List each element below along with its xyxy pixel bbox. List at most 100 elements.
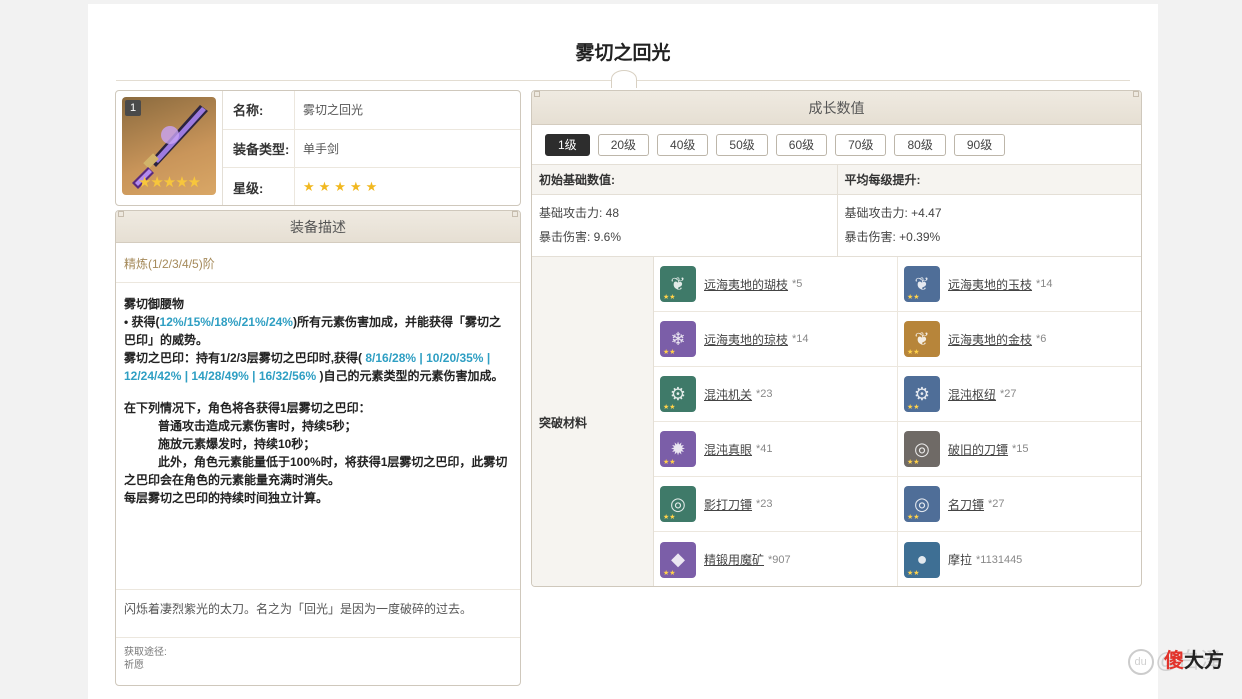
material-name[interactable]: 远海夷地的琼枝 <box>704 331 788 348</box>
base-stats-header: 初始基础数值: <box>532 165 837 195</box>
material-name[interactable]: 影打刀镡 <box>704 496 752 513</box>
material-item[interactable]: ❦ ★★ 远海夷地的金枝 *6 <box>898 312 1141 367</box>
materials-label: 突破材料 <box>532 257 654 586</box>
material-item[interactable]: ❦ ★★ 远海夷地的玉枝 *14 <box>898 257 1141 312</box>
skill-line-1-a: • 获得( <box>124 315 160 329</box>
base-stats-body: 基础攻击力: 48 暴击伤害: 9.6% <box>532 195 837 256</box>
material-rarity-stars: ★★ <box>663 404 676 411</box>
mora-icon: ● ★★ <box>904 541 940 578</box>
level-tab[interactable]: 20级 <box>597 133 650 156</box>
material-name[interactable]: 摩拉 <box>948 551 972 568</box>
material-item[interactable]: ● ★★ 摩拉 *1131445 <box>898 532 1141 586</box>
chaos-oculus-icon: ✹ ★★ <box>660 431 696 467</box>
increment-stats-column: 平均每级提升: 基础攻击力: +4.47 暴击伤害: +0.39% <box>836 165 1142 256</box>
material-count: *27 <box>988 498 1005 510</box>
material-name[interactable]: 破旧的刀镡 <box>948 441 1008 458</box>
material-rarity-stars: ★★ <box>663 514 676 521</box>
description-header: 装备描述 <box>116 211 520 243</box>
skill-line-1: • 获得(12%/15%/18%/21%/24%)所有元素伤害加成，并能获得「雾… <box>124 313 512 349</box>
base-atk: 基础攻击力: 48 <box>539 206 620 220</box>
material-item[interactable]: ✹ ★★ 混沌真眼 *41 <box>654 422 898 477</box>
material-name[interactable]: 远海夷地的金枝 <box>948 331 1032 348</box>
material-name[interactable]: 远海夷地的瑚枝 <box>704 276 788 293</box>
material-name[interactable]: 混沌机关 <box>704 386 752 403</box>
material-item[interactable]: ◆ ★★ 精锻用魔矿 *907 <box>654 532 898 586</box>
material-name[interactable]: 名刀镡 <box>948 496 984 513</box>
level-tab[interactable]: 1级 <box>545 133 590 156</box>
brand-black-text: 大方 <box>1184 650 1224 672</box>
chaos-axis-icon: ⚙ ★★ <box>904 376 940 412</box>
source-label: 获取途径: <box>124 647 167 658</box>
material-item[interactable]: ◎ ★★ 破旧的刀镡 *15 <box>898 422 1141 477</box>
material-name[interactable]: 混沌真眼 <box>704 441 752 458</box>
material-item[interactable]: ❦ ★★ 远海夷地的瑚枝 *5 <box>654 257 898 312</box>
info-row-stars: 星级: ★★★★★ <box>223 168 520 205</box>
skill-line-7: 每层雾切之巴印的持续时间独立计算。 <box>124 491 329 505</box>
material-count: *27 <box>1000 388 1017 400</box>
skill-line-2-b: )自己的元素类型的元素伤害加成。 <box>319 369 504 383</box>
material-item[interactable]: ⚙ ★★ 混沌枢纽 *27 <box>898 367 1141 422</box>
level-tab[interactable]: 80级 <box>894 133 946 156</box>
level-tabs: 1级 20级 40级 50级 60级 70级 80级 90级 <box>532 125 1141 165</box>
coral-branch-icon: ❦ ★★ <box>660 266 696 302</box>
skill-line-2-a: 雾切之巴印：持有1/2/3层雾切之巴印时,获得( <box>124 351 363 365</box>
old-handguard-icon: ◎ ★★ <box>904 431 940 467</box>
level-tab[interactable]: 70级 <box>835 133 887 156</box>
material-rarity-stars: ★★ <box>907 569 920 577</box>
mystic-ore-icon: ◆ ★★ <box>660 541 696 578</box>
increment-stats-body: 基础攻击力: +4.47 暴击伤害: +0.39% <box>838 195 1142 256</box>
skill-line-1-highlight: 12%/15%/18%/21%/24% <box>159 315 293 329</box>
info-row-name: 名称: 雾切之回光 <box>223 91 520 130</box>
title-ornament <box>611 70 637 88</box>
name-value: 雾切之回光 <box>303 103 364 118</box>
name-label: 名称: <box>223 91 295 129</box>
material-rarity-stars: ★★ <box>663 569 676 577</box>
material-name[interactable]: 远海夷地的玉枝 <box>948 276 1032 293</box>
skill-spacer <box>124 385 512 399</box>
material-count: *907 <box>768 553 791 566</box>
material-item[interactable]: ❄ ★★ 远海夷地的琼枝 *14 <box>654 312 898 367</box>
refinement-rank-badge: 1 <box>125 100 141 116</box>
page-title: 雾切之回光 <box>575 43 671 64</box>
growth-stats-card: 成长数值 1级 20级 40级 50级 60级 70级 80级 90级 初始基础数值: 基础攻… <box>531 90 1142 587</box>
flavor-text: 闪烁着凄烈紫光的太刀。名之为「回光」是因为一度破碎的过去。 <box>116 589 520 628</box>
material-rarity-stars: ★★ <box>907 459 920 466</box>
materials-grid: ❦ ★★ 远海夷地的瑚枝 *5 ❦ ★★ 远海夷地的玉枝 *14 ❄ ★★ 远海夷地的琼枝 *14 ❦ ★… <box>654 257 1141 586</box>
skill-line-2: 雾切之巴印：持有1/2/3层雾切之巴印时,获得( 8/16/28% | 10/2… <box>124 349 512 385</box>
material-rarity-stars: ★★ <box>663 459 676 466</box>
level-tab[interactable]: 40级 <box>657 133 709 156</box>
skill-line-6: 此外，角色元素能量低于100%时，将获得1层雾切之巴印，此雾切之巴印会在角色的元… <box>124 455 508 487</box>
material-count: *6 <box>1036 333 1047 345</box>
type-label: 装备类型: <box>223 129 295 168</box>
weapon-info-card: 1 ★★★★★ 名称: 雾切之回光 装备类型: 单手剑 星级: ★★★★★ <box>115 90 521 206</box>
material-rarity-stars: ★★ <box>907 404 920 411</box>
material-count: *1131445 <box>976 553 1023 566</box>
skill-line-4: 普通攻击造成元素伤害时，持续5秒； <box>158 419 357 433</box>
kageuchi-handguard-icon: ◎ ★★ <box>660 486 696 522</box>
skill-name: 雾切御腰物 <box>124 297 185 311</box>
material-rarity-stars: ★★ <box>907 294 920 301</box>
level-tab[interactable]: 60级 <box>775 133 828 156</box>
info-row-type: 装备类型: 单手剑 <box>223 129 520 169</box>
level-tab[interactable]: 90级 <box>953 133 1006 156</box>
skill-line-3: 在下列情况下，角色将各获得1层雾切之巴印： <box>124 401 371 415</box>
jade-branch-icon: ❦ ★★ <box>904 266 940 302</box>
level-tab[interactable]: 50级 <box>716 133 768 156</box>
material-count: *15 <box>1012 443 1029 455</box>
weapon-icon: 1 ★★★★★ <box>122 97 216 195</box>
star-label: 星级: <box>223 168 295 205</box>
material-item[interactable]: ⚙ ★★ 混沌机关 *23 <box>654 367 898 422</box>
material-name[interactable]: 精锻用魔矿 <box>704 551 764 568</box>
material-item[interactable]: ◎ ★★ 名刀镡 *27 <box>898 477 1141 532</box>
skill-line-5: 施放元素爆发时，持续10秒； <box>158 437 316 451</box>
weapon-detail-page: 雾切之回光 1 ★★★★★ 名称: 雾切之回光 装备类型: 单手剑 星级: ★★… <box>88 4 1158 699</box>
stat-grid: 初始基础数值: 基础攻击力: 48 暴击伤害: 9.6% 平均每级提升: 基础攻… <box>532 165 1141 257</box>
material-item[interactable]: ◎ ★★ 影打刀镡 *23 <box>654 477 898 532</box>
source-section: 获取途径: 祈愿 <box>116 637 520 680</box>
brand-red-text: 傻 <box>1164 650 1184 672</box>
material-count: *14 <box>792 333 809 345</box>
material-name[interactable]: 混沌枢纽 <box>948 386 996 403</box>
source-value: 祈愿 <box>124 660 144 671</box>
description-card: 装备描述 精炼(1/2/3/4/5)阶 雾切御腰物 • 获得(12%/15%/1… <box>115 210 521 686</box>
material-count: *23 <box>756 498 773 510</box>
